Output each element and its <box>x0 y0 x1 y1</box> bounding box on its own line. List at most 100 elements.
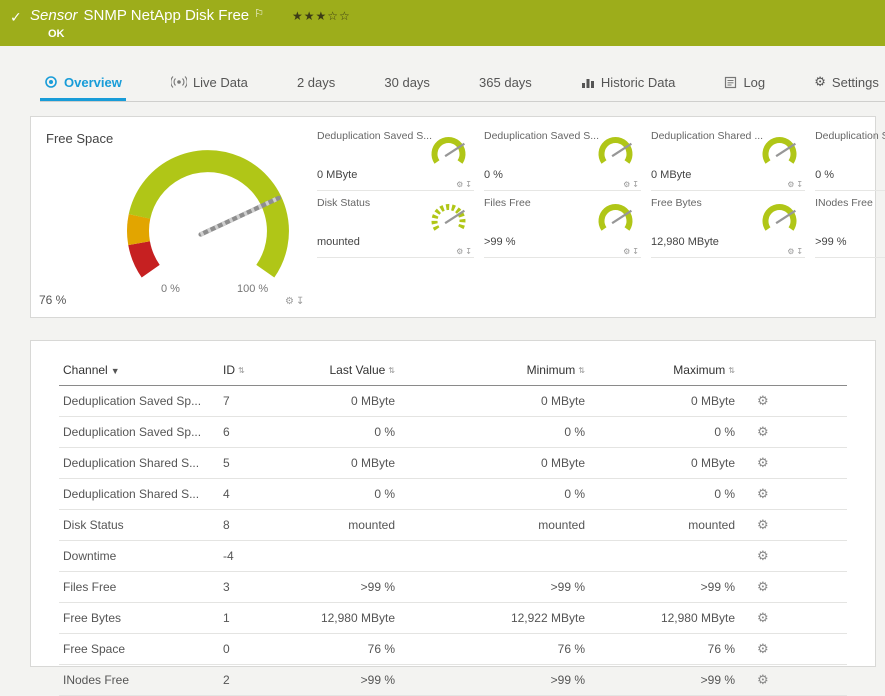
cell-channel[interactable]: Deduplication Saved Sp... <box>59 386 219 417</box>
pin-icon[interactable]: ↧ <box>632 247 639 256</box>
table-row[interactable]: Deduplication Saved Sp... 6 0 % 0 % 0 % … <box>59 417 847 448</box>
sort-icon[interactable]: ⇅ <box>728 366 735 375</box>
col-header-maximum[interactable]: Maximum⇅ <box>589 355 739 386</box>
gauge-max-label: 100 % <box>237 283 268 295</box>
cell-channel[interactable]: Files Free <box>59 572 219 603</box>
pin-icon[interactable]: ↧ <box>796 180 803 189</box>
gauge-value: 76 % <box>39 293 66 307</box>
channel-settings-gear-icon[interactable]: ⚙ <box>739 510 847 541</box>
channel-settings-gear-icon[interactable]: ⚙ <box>739 541 847 572</box>
channel-settings-gear-icon[interactable]: ⚙ <box>739 479 847 510</box>
cell-channel[interactable]: Disk Status <box>59 510 219 541</box>
table-row[interactable]: Deduplication Shared S... 4 0 % 0 % 0 % … <box>59 479 847 510</box>
cell-last-value <box>279 541 399 572</box>
sort-icon[interactable]: ⇅ <box>388 366 395 375</box>
cell-channel[interactable]: Deduplication Saved Sp... <box>59 417 219 448</box>
mini-gauge-cell: Deduplication Saved S... 0 % ⚙↧ <box>484 127 641 191</box>
cell-channel[interactable]: INodes Free <box>59 665 219 696</box>
cell-maximum <box>589 541 739 572</box>
mini-gauge-value: 0 MByte <box>317 169 357 181</box>
tab-label: Historic Data <box>601 75 675 90</box>
mini-gauge-title: Deduplication Saved S... <box>317 127 432 142</box>
cell-maximum: mounted <box>589 510 739 541</box>
settings-gear-icon: ⚙ <box>814 74 826 90</box>
gear-icon[interactable]: ⚙ <box>285 296 294 307</box>
sort-desc-icon[interactable]: ▼ <box>111 366 120 376</box>
tab-settings[interactable]: ⚙ Settings <box>810 64 883 101</box>
tab-2-days[interactable]: 2 days <box>293 64 339 101</box>
pin-icon[interactable]: ↧ <box>465 180 472 189</box>
table-row[interactable]: Files Free 3 >99 % >99 % >99 % ⚙ <box>59 572 847 603</box>
tab-label: 365 days <box>479 75 532 90</box>
cell-channel[interactable]: Free Bytes <box>59 603 219 634</box>
pin-icon[interactable]: ↧ <box>796 247 803 256</box>
mini-gauge-title: Disk Status <box>317 194 432 209</box>
cell-maximum: 76 % <box>589 634 739 665</box>
mini-gauge <box>757 200 803 242</box>
table-header-row: Channel▼ ID⇅ Last Value⇅ Minimum⇅ Maximu… <box>59 355 847 386</box>
cell-minimum: 0 MByte <box>399 386 589 417</box>
tab-overview[interactable]: Overview <box>40 64 126 101</box>
stars-empty[interactable]: ☆☆ <box>327 9 351 23</box>
gear-icon[interactable]: ⚙ <box>787 180 794 189</box>
cell-id: 3 <box>219 572 279 603</box>
cell-last-value: mounted <box>279 510 399 541</box>
col-header-last-value[interactable]: Last Value⇅ <box>279 355 399 386</box>
gear-icon[interactable]: ⚙ <box>456 180 463 189</box>
gear-icon[interactable]: ⚙ <box>787 247 794 256</box>
cell-maximum: 12,980 MByte <box>589 603 739 634</box>
mini-gauge <box>593 133 639 175</box>
gear-icon[interactable]: ⚙ <box>456 247 463 256</box>
channel-settings-gear-icon[interactable]: ⚙ <box>739 572 847 603</box>
table-row[interactable]: Free Space 0 76 % 76 % 76 % ⚙ <box>59 634 847 665</box>
table-row[interactable]: Free Bytes 1 12,980 MByte 12,922 MByte 1… <box>59 603 847 634</box>
pin-icon[interactable]: ↧ <box>632 180 639 189</box>
cell-minimum: mounted <box>399 510 589 541</box>
channel-settings-gear-icon[interactable]: ⚙ <box>739 634 847 665</box>
sort-icon[interactable]: ⇅ <box>578 366 585 375</box>
channel-settings-gear-icon[interactable]: ⚙ <box>739 417 847 448</box>
mini-gauge <box>757 133 803 175</box>
cell-id: 0 <box>219 634 279 665</box>
mini-gauge-value: >99 % <box>815 236 847 248</box>
priority-flag-icon[interactable]: ⚐ <box>254 8 264 20</box>
gear-icon[interactable]: ⚙ <box>623 247 630 256</box>
channel-settings-gear-icon[interactable]: ⚙ <box>739 386 847 417</box>
col-header-channel[interactable]: Channel▼ <box>59 355 219 386</box>
tab-label: 30 days <box>384 75 430 90</box>
channel-settings-gear-icon[interactable]: ⚙ <box>739 448 847 479</box>
col-header-minimum[interactable]: Minimum⇅ <box>399 355 589 386</box>
channel-settings-gear-icon[interactable]: ⚙ <box>739 665 847 696</box>
table-row[interactable]: Deduplication Saved Sp... 7 0 MByte 0 MB… <box>59 386 847 417</box>
mini-gauge-title: Files Free <box>484 194 599 209</box>
col-header-id[interactable]: ID⇅ <box>219 355 279 386</box>
col-header-actions <box>739 355 847 386</box>
cell-last-value: 0 % <box>279 417 399 448</box>
tab-log[interactable]: Log <box>720 64 769 101</box>
tab-live-data[interactable]: Live Data <box>167 64 252 101</box>
channel-settings-gear-icon[interactable]: ⚙ <box>739 603 847 634</box>
table-row[interactable]: INodes Free 2 >99 % >99 % >99 % ⚙ <box>59 665 847 696</box>
table-row[interactable]: Disk Status 8 mounted mounted mounted ⚙ <box>59 510 847 541</box>
cell-last-value: 0 % <box>279 479 399 510</box>
ok-check-icon: ✓ <box>10 9 22 26</box>
pin-icon[interactable]: ↧ <box>465 247 472 256</box>
tab-historic-data[interactable]: Historic Data <box>577 64 679 101</box>
table-row[interactable]: Deduplication Shared S... 5 0 MByte 0 MB… <box>59 448 847 479</box>
cell-last-value: 0 MByte <box>279 448 399 479</box>
stars-filled[interactable]: ★★★ <box>292 9 327 23</box>
cell-minimum: 12,922 MByte <box>399 603 589 634</box>
table-row[interactable]: Downtime -4 ⚙ <box>59 541 847 572</box>
cell-channel[interactable]: Deduplication Shared S... <box>59 448 219 479</box>
mini-gauge-dashed <box>426 200 472 242</box>
tab-365-days[interactable]: 365 days <box>475 64 536 101</box>
pin-icon[interactable]: ↧ <box>296 296 304 307</box>
cell-channel[interactable]: Deduplication Shared S... <box>59 479 219 510</box>
gear-icon[interactable]: ⚙ <box>623 180 630 189</box>
tab-30-days[interactable]: 30 days <box>380 64 434 101</box>
cell-last-value: 0 MByte <box>279 386 399 417</box>
sort-icon[interactable]: ⇅ <box>238 366 245 375</box>
cell-channel[interactable]: Free Space <box>59 634 219 665</box>
cell-channel[interactable]: Downtime <box>59 541 219 572</box>
priority-stars[interactable]: ★★★☆☆ <box>292 9 351 23</box>
